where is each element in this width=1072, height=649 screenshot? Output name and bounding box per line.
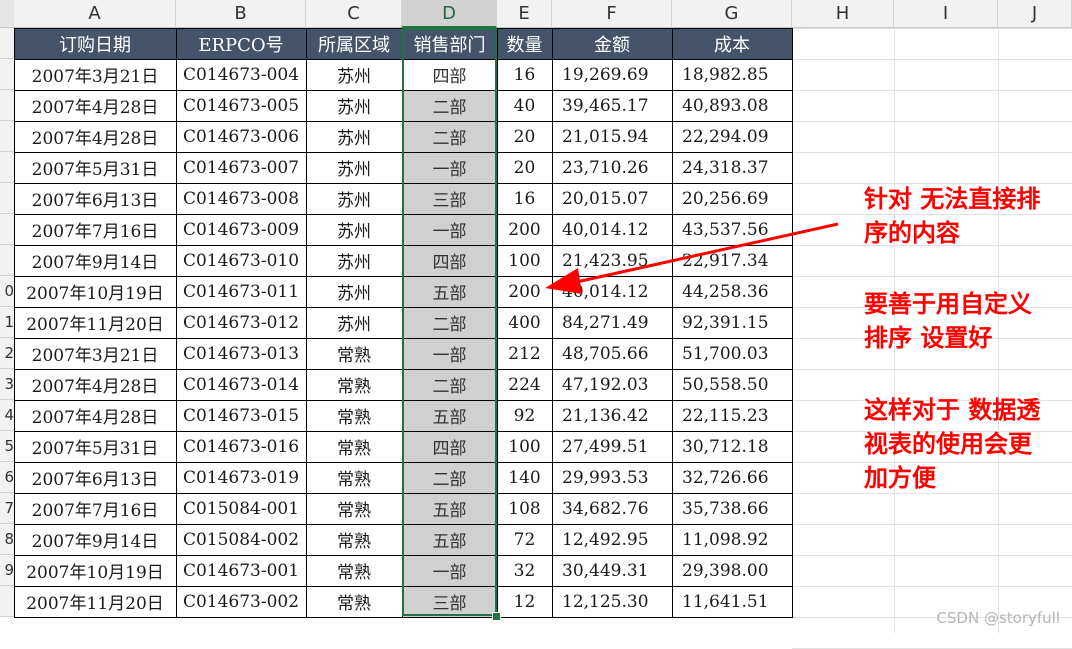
red-arrow-icon [545,222,839,294]
watermark: CSDN @storyfull [936,609,1060,627]
